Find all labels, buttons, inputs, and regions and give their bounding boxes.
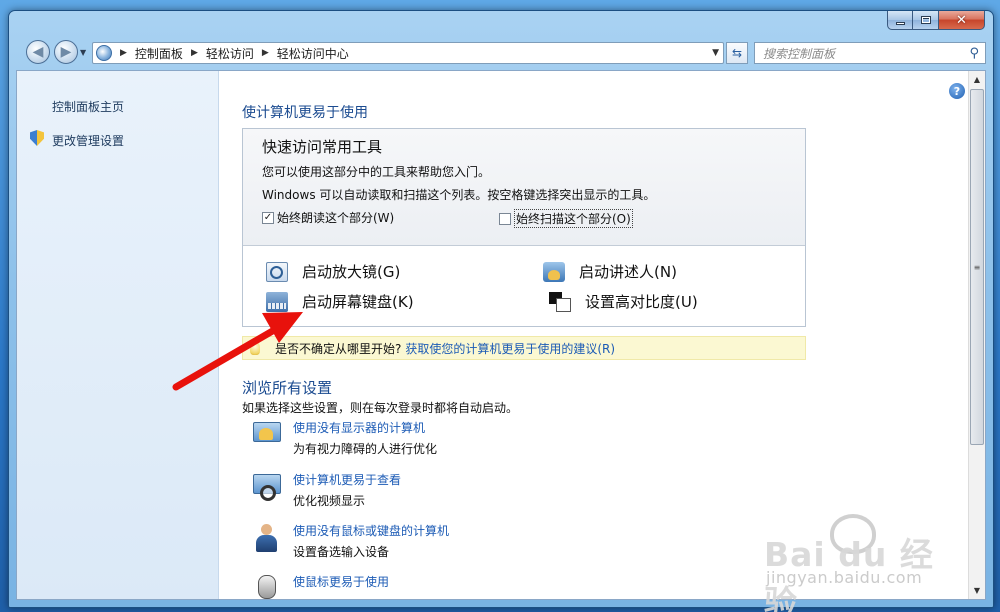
- start-narrator-label[interactable]: 启动讲述人(N): [579, 261, 677, 282]
- page-title: 使计算机更易于使用: [242, 105, 368, 121]
- always-read-checkbox[interactable]: ✓ 始终朗读这个部分(W): [262, 209, 394, 226]
- start-narrator-link[interactable]: 启动讲述人(N): [543, 261, 677, 282]
- vertical-scrollbar[interactable]: ▲ ≡ ▼: [968, 71, 985, 599]
- refresh-button[interactable]: ⇆: [726, 42, 748, 64]
- set-high-contrast-label[interactable]: 设置高对比度(U): [585, 291, 698, 312]
- keyboard-icon: [266, 291, 288, 312]
- setting-link-no-mouse-keyboard[interactable]: 使用没有鼠标或键盘的计算机: [293, 522, 449, 539]
- search-icon[interactable]: ⚲: [969, 46, 979, 61]
- tip-bar: 是否不确定从哪里开始? 获取使您的计算机更易于使用的建议(R): [242, 336, 806, 360]
- navigation-bar: ◀ ▶ ▼ ▶ 控制面板 ▶ 轻松访问 ▶ 轻松访问中心 ▼ ⇆ 搜索控制面板 …: [14, 38, 986, 66]
- start-magnifier-link[interactable]: 启动放大镜(G): [266, 261, 400, 282]
- close-button[interactable]: ✕: [939, 11, 985, 30]
- browse-settings-subtitle: 如果选择这些设置，则在每次登录时都将自动启动。: [242, 401, 519, 415]
- grip-icon: ≡: [973, 262, 981, 272]
- window-controls: ✕: [887, 11, 985, 31]
- minimize-icon: [895, 21, 905, 25]
- start-magnifier-label[interactable]: 启动放大镜(G): [302, 261, 400, 282]
- control-panel-home-link[interactable]: 控制面板主页: [52, 98, 124, 115]
- breadcrumb-control-panel[interactable]: 控制面板: [135, 45, 183, 62]
- quick-access-intro: 您可以使用这部分中的工具来帮助您入门。: [262, 165, 491, 179]
- arrow-right-icon: ▶: [60, 44, 72, 60]
- setting-item-easier-to-see[interactable]: 使计算机更易于查看 优化视频显示: [250, 471, 850, 511]
- back-button[interactable]: ◀: [26, 40, 50, 64]
- browse-settings-heading: 浏览所有设置: [242, 379, 333, 397]
- maximize-button[interactable]: [913, 11, 939, 30]
- checkbox-checked[interactable]: ✓: [262, 211, 274, 224]
- address-bar[interactable]: ▶ 控制面板 ▶ 轻松访问 ▶ 轻松访问中心 ▼: [92, 42, 724, 64]
- scroll-up-icon[interactable]: ▲: [969, 71, 985, 88]
- setting-item-mouse-easier[interactable]: 使鼠标更易于使用: [250, 573, 850, 599]
- magnifier-icon: [266, 261, 288, 282]
- monitor-speaker-icon: [250, 419, 282, 451]
- recent-pages-dropdown[interactable]: ▼: [80, 48, 86, 57]
- monitor-magnifier-icon: [250, 471, 282, 503]
- chevron-down-icon[interactable]: ▼: [712, 48, 719, 58]
- get-recommendations-link[interactable]: 获取使您的计算机更易于使用的建议(R): [405, 340, 615, 357]
- setting-link-easier-to-see[interactable]: 使计算机更易于查看: [293, 471, 401, 488]
- chevron-right-icon[interactable]: ▶: [120, 48, 127, 58]
- narrator-icon: [543, 261, 565, 282]
- always-read-label[interactable]: 始终朗读这个部分(W): [277, 209, 394, 226]
- quick-access-title: 快速访问常用工具: [262, 138, 383, 156]
- search-box[interactable]: 搜索控制面板 ⚲: [754, 42, 986, 64]
- setting-desc-easier-to-see: 优化视频显示: [293, 494, 366, 508]
- tip-question: 是否不确定从哪里开始?: [275, 341, 402, 356]
- setting-desc-no-mouse-keyboard: 设置备选输入设备: [293, 545, 390, 559]
- left-nav-pane: 控制面板主页 更改管理设置: [17, 71, 219, 599]
- setting-item-no-display[interactable]: 使用没有显示器的计算机 为有视力障碍的人进行优化: [250, 419, 850, 459]
- change-admin-settings-link[interactable]: 更改管理设置: [52, 132, 124, 149]
- control-panel-icon: [96, 45, 112, 61]
- person-icon: [250, 522, 282, 554]
- start-onscreen-keyboard-label[interactable]: 启动屏幕键盘(K): [302, 291, 414, 312]
- baidu-jingyan-watermark: Bai du 经验 jingyan.baidu.com: [764, 514, 964, 612]
- help-icon[interactable]: ?: [949, 83, 965, 99]
- arrow-left-icon: ◀: [32, 44, 44, 60]
- search-input[interactable]: 搜索控制面板: [763, 45, 835, 62]
- always-scan-checkbox[interactable]: 始终扫描这个部分(O): [499, 209, 633, 228]
- chevron-right-icon[interactable]: ▶: [191, 48, 198, 58]
- chevron-right-icon[interactable]: ▶: [262, 48, 269, 58]
- breadcrumb-ease-of-access-center[interactable]: 轻松访问中心: [277, 45, 349, 62]
- quick-access-panel: 快速访问常用工具 您可以使用这部分中的工具来帮助您入门。 Windows 可以自…: [242, 128, 806, 327]
- maximize-icon: [920, 16, 931, 24]
- mouse-icon: [250, 573, 282, 599]
- quick-access-header: 快速访问常用工具 您可以使用这部分中的工具来帮助您入门。 Windows 可以自…: [243, 129, 805, 246]
- high-contrast-icon: [549, 291, 571, 312]
- watermark-url: jingyan.baidu.com: [766, 568, 923, 587]
- setting-item-no-mouse-keyboard[interactable]: 使用没有鼠标或键盘的计算机 设置备选输入设备: [250, 522, 850, 562]
- minimize-button[interactable]: [887, 11, 913, 30]
- setting-link-mouse-easier[interactable]: 使鼠标更易于使用: [293, 573, 389, 590]
- close-icon: ✕: [956, 12, 967, 28]
- set-high-contrast-link[interactable]: 设置高对比度(U): [549, 291, 698, 312]
- checkbox-unchecked[interactable]: [499, 212, 511, 225]
- start-onscreen-keyboard-link[interactable]: 启动屏幕键盘(K): [266, 291, 414, 312]
- quick-access-scan-info: Windows 可以自动读取和扫描这个列表。按空格键选择突出显示的工具。: [262, 188, 656, 202]
- setting-link-no-display[interactable]: 使用没有显示器的计算机: [293, 419, 425, 436]
- breadcrumb-ease-of-access[interactable]: 轻松访问: [206, 45, 254, 62]
- forward-button[interactable]: ▶: [54, 40, 78, 64]
- setting-desc-no-display: 为有视力障碍的人进行优化: [293, 442, 438, 456]
- scroll-thumb[interactable]: ≡: [970, 89, 984, 445]
- uac-shield-icon: [30, 130, 44, 146]
- scroll-down-icon[interactable]: ▼: [969, 582, 985, 599]
- always-scan-label[interactable]: 始终扫描这个部分(O): [514, 209, 633, 228]
- lightbulb-icon: [250, 341, 260, 355]
- refresh-icon: ⇆: [731, 46, 743, 60]
